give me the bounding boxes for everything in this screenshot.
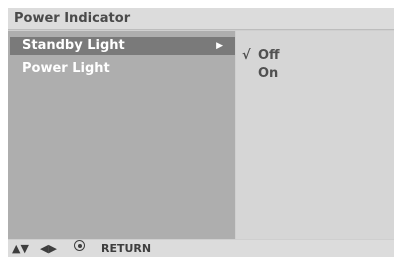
option-off[interactable]: √ Off — [242, 47, 280, 65]
osd-menu-window: Power Indicator Standby Light ▶ Power Li… — [8, 8, 394, 257]
select-circle-icon — [74, 240, 85, 251]
option-label: On — [258, 66, 279, 81]
checkmark-icon: √ — [242, 48, 251, 63]
menu-item-label: Standby Light — [22, 38, 125, 53]
option-on[interactable]: On — [242, 65, 278, 83]
options-panel: √ Off On — [236, 31, 394, 239]
menu-item-power-light[interactable]: Power Light — [10, 60, 235, 78]
submenu-arrow-icon: ▶ — [216, 41, 223, 51]
menu-item-standby-light[interactable]: Standby Light ▶ — [10, 37, 235, 55]
option-label: Off — [258, 48, 280, 63]
page-title: Power Indicator — [8, 8, 394, 30]
menu-list: Standby Light ▶ Power Light — [8, 31, 235, 239]
menu-item-label: Power Light — [22, 61, 110, 76]
